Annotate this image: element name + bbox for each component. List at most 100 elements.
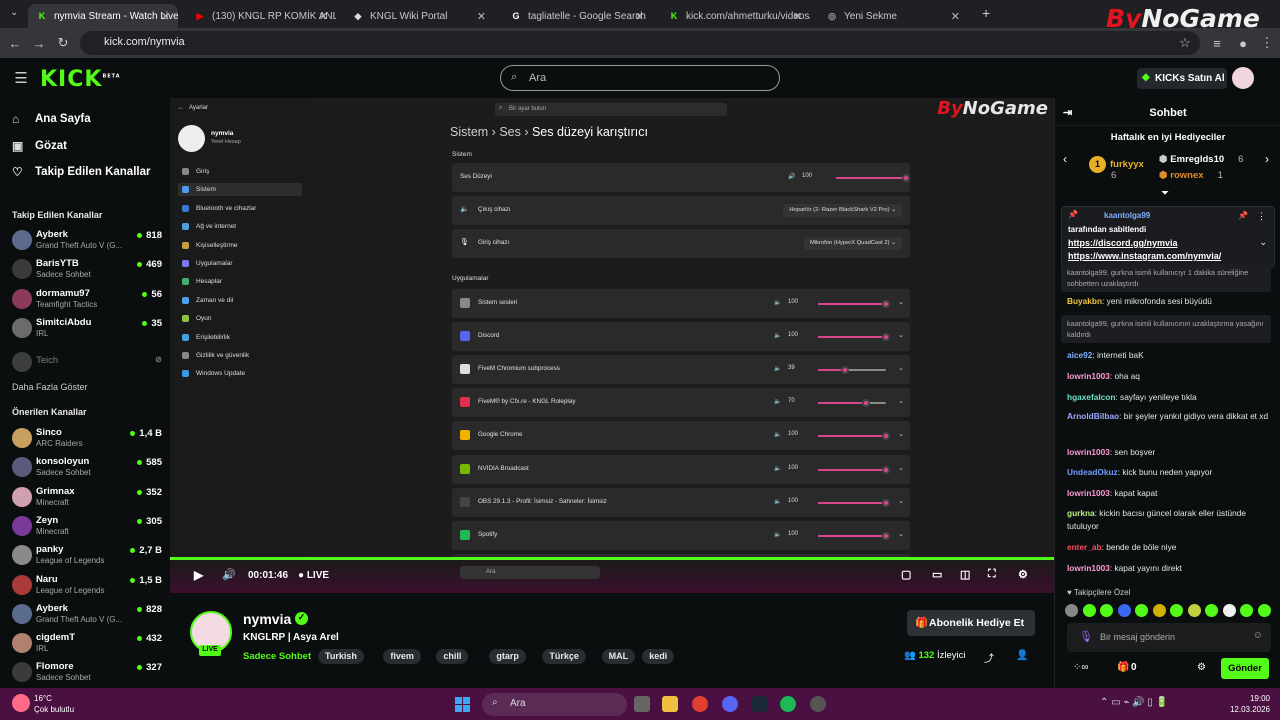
gift-box-icon[interactable]: 🎁 bbox=[1117, 662, 1129, 673]
chat-username[interactable]: lowrin1003 bbox=[1067, 488, 1110, 498]
emote-icon[interactable] bbox=[1152, 604, 1166, 617]
channel-item[interactable]: Flomore Sadece Sohbet 327 bbox=[12, 660, 162, 688]
chat-username[interactable]: lowrin1003 bbox=[1067, 371, 1110, 381]
reload-icon[interactable]: ↻ bbox=[54, 34, 72, 52]
discord-icon[interactable] bbox=[722, 696, 738, 712]
emote-icon[interactable] bbox=[1170, 604, 1183, 617]
top-gifter[interactable]: ⬢ Emreglds10 6 bbox=[1159, 154, 1243, 165]
emote-icon[interactable] bbox=[1117, 604, 1131, 617]
new-tab-button[interactable]: + bbox=[982, 5, 990, 21]
channel-item[interactable]: konsoloyun Sadece Sohbet 585 bbox=[12, 455, 162, 483]
follow-user-icon[interactable]: 👤 bbox=[1016, 650, 1028, 661]
tab-close-icon[interactable]: ✕ bbox=[635, 10, 644, 23]
pinned-link-discord[interactable]: https://discord.gg/nymvia bbox=[1068, 238, 1178, 248]
expand-gifters-icon[interactable]: ⏷ bbox=[1161, 188, 1169, 199]
settings-gear-icon[interactable]: ⚙ bbox=[1018, 568, 1028, 581]
emote-icon[interactable] bbox=[1222, 604, 1236, 617]
channel-item[interactable]: Ayberk Grand Theft Auto V (G... 828 bbox=[12, 602, 162, 630]
stream-tag[interactable]: Türkçe bbox=[542, 649, 586, 664]
taskbar-search[interactable]: ⌕ Ara bbox=[482, 693, 627, 716]
channel-item[interactable]: SimitciAbdu IRL 35 bbox=[12, 316, 162, 344]
chat-username[interactable]: ArnoldBilbao bbox=[1067, 411, 1119, 421]
browser-tab[interactable]: ◆ KNGL Wiki Portal ✕ bbox=[344, 4, 494, 28]
buy-kicks-button[interactable]: ◆ KICKs Satın Al bbox=[1137, 68, 1227, 89]
tab-close-icon[interactable]: ✕ bbox=[319, 10, 328, 23]
nav-home[interactable]: ⌂ Ana Sayfa bbox=[12, 112, 91, 126]
stream-tag[interactable]: gtarp bbox=[489, 649, 526, 664]
tab-list-icon[interactable]: ⌄ bbox=[10, 7, 18, 18]
unpin-icon[interactable]: 📌 bbox=[1238, 211, 1248, 220]
user-avatar[interactable] bbox=[1232, 67, 1254, 89]
pinned-link-instagram[interactable]: https://www.instagram.com/nymvia/ bbox=[1068, 251, 1221, 261]
chat-username[interactable]: enter_ab bbox=[1067, 542, 1102, 552]
chat-settings-icon[interactable]: ⚙ bbox=[1197, 662, 1206, 673]
emote-icon[interactable] bbox=[1240, 604, 1253, 617]
stream-tag[interactable]: MAL bbox=[601, 649, 636, 664]
chrome-icon[interactable] bbox=[692, 696, 708, 712]
play-icon[interactable]: ▶ bbox=[194, 568, 203, 582]
emote-icon[interactable] bbox=[1205, 604, 1218, 617]
channel-item[interactable]: Grimnax Minecraft 352 bbox=[12, 485, 162, 513]
browser-tab[interactable]: Knymvia Stream - Watch Live on Kick✕ bbox=[28, 4, 178, 28]
pinned-menu-icon[interactable]: ⋮ bbox=[1257, 211, 1266, 222]
weather-widget[interactable]: 16°C Çok bulutlu bbox=[34, 693, 74, 715]
send-button[interactable]: Gönder bbox=[1221, 658, 1269, 679]
tab-close-icon[interactable]: ✕ bbox=[477, 10, 486, 23]
forward-icon[interactable]: → bbox=[30, 34, 48, 52]
emote-icon[interactable] bbox=[1100, 604, 1113, 617]
emote-icon[interactable] bbox=[1082, 604, 1096, 617]
fullscreen-icon[interactable]: ⛶ bbox=[988, 568, 996, 581]
chat-input[interactable]: 🎙 Bir mesaj gönderin ☺ bbox=[1067, 623, 1271, 652]
channel-item[interactable]: Zeyn Minecraft 305 bbox=[12, 514, 162, 542]
chat-username[interactable]: aice92 bbox=[1067, 350, 1092, 360]
chat-username[interactable]: UndeadOkuz bbox=[1067, 467, 1118, 477]
browser-tab[interactable]: ▶ (130) KNGL RP KOMİK ANLAR #1✕ bbox=[186, 4, 336, 28]
spotify-icon[interactable] bbox=[780, 696, 796, 712]
channel-item[interactable]: dormamu97 Teamfight Tactics 56 bbox=[12, 287, 162, 315]
show-more-link[interactable]: Daha Fazla Göster bbox=[12, 382, 88, 392]
url-field[interactable]: kick.com/nymvia bbox=[80, 31, 1200, 55]
pinned-by-user[interactable]: kaantolga99 bbox=[1104, 211, 1150, 220]
theater-mode-icon[interactable]: ▭ bbox=[932, 568, 942, 581]
nav-browse[interactable]: ▣ Gözat bbox=[12, 139, 67, 153]
windows-start-icon[interactable] bbox=[455, 697, 470, 712]
clip-icon[interactable]: ▢ bbox=[901, 568, 911, 581]
pip-icon[interactable]: ◫ bbox=[960, 568, 970, 581]
browser-tab[interactable]: Gtagliatelle - Google Search ✕ bbox=[502, 4, 652, 28]
emote-icon[interactable] bbox=[1135, 604, 1148, 617]
emote-icon[interactable] bbox=[1187, 604, 1201, 617]
tab-search-icon[interactable]: ≡ bbox=[1208, 34, 1226, 52]
channel-item[interactable]: cigdemT IRL 432 bbox=[12, 631, 162, 659]
chat-username[interactable]: gurkna bbox=[1067, 508, 1095, 518]
gift-subscription-button[interactable]: 🎁 Abonelik Hediye Et bbox=[907, 610, 1035, 636]
chat-username[interactable]: lowrin1003 bbox=[1067, 563, 1110, 573]
channel-item[interactable]: Sinco ARC Raiders 1,4 B bbox=[12, 426, 162, 454]
volume-icon[interactable]: 🔊 bbox=[222, 568, 236, 581]
top-gifter[interactable]: 1 furkyyx 6 bbox=[1089, 156, 1144, 181]
collapse-chat-icon[interactable]: ⇥ bbox=[1063, 106, 1072, 119]
profile-icon[interactable]: ● bbox=[1234, 34, 1252, 52]
bookmark-star-icon[interactable]: ☆ bbox=[1176, 34, 1194, 52]
menu-dots-icon[interactable]: ⋮ bbox=[1258, 34, 1276, 52]
channel-item[interactable]: Naru League of Legends 1,5 B bbox=[12, 573, 162, 601]
stream-tag[interactable]: kedi bbox=[642, 649, 675, 664]
prev-gifters-icon[interactable]: ‹ bbox=[1063, 152, 1067, 166]
stream-tag[interactable]: fivem bbox=[383, 649, 421, 664]
browser-tab[interactable]: ◎ Yeni Sekme ✕ bbox=[818, 4, 968, 28]
stream-tag[interactable]: chill bbox=[436, 649, 469, 664]
clock[interactable]: 19:00 12.03.2026 bbox=[1228, 693, 1270, 715]
channel-item[interactable]: panky League of Legends 2,7 B bbox=[12, 543, 162, 571]
chat-username[interactable]: Buyakbn bbox=[1067, 296, 1102, 306]
streamer-name[interactable]: nymvia bbox=[243, 611, 291, 627]
tab-close-icon[interactable]: ✕ bbox=[951, 10, 960, 23]
obs-icon[interactable] bbox=[810, 696, 826, 712]
hamburger-menu-icon[interactable]: ☰ bbox=[12, 69, 30, 87]
chat-username[interactable]: hgaxefalcon bbox=[1067, 392, 1115, 402]
next-gifters-icon[interactable]: › bbox=[1265, 152, 1269, 166]
back-icon[interactable]: ← bbox=[6, 34, 24, 52]
offline-channel[interactable]: Teich ⊘ bbox=[12, 350, 162, 378]
top-gifter[interactable]: ⬢ rownex 1 bbox=[1159, 170, 1223, 181]
site-search-input[interactable]: ⌕ Ara bbox=[500, 65, 780, 91]
video-player[interactable]: ← Ayarlar nymvia Yerel Hesap Giriş Sistem… bbox=[170, 98, 1054, 593]
emote-icon[interactable] bbox=[1065, 604, 1078, 617]
